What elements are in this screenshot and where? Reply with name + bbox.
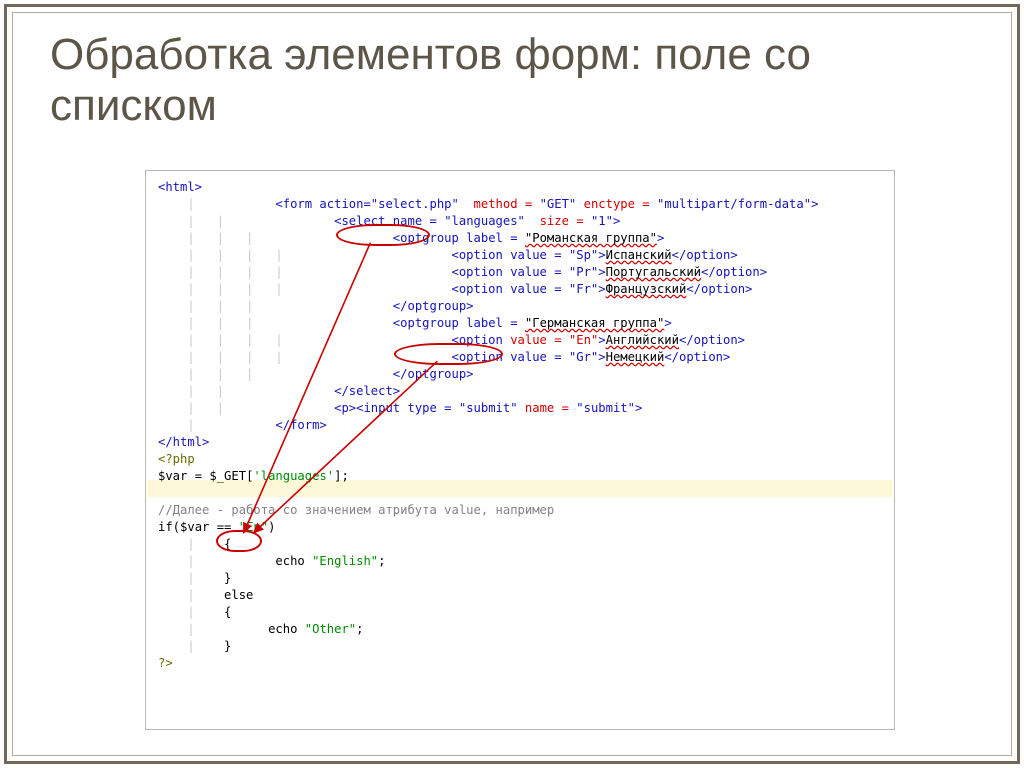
- code-screenshot: <html> | <form action="select.php" metho…: [145, 170, 895, 730]
- slide: Обработка элементов форм: поле со списко…: [0, 0, 1024, 768]
- slide-title: Обработка элементов форм: поле со списко…: [50, 30, 984, 131]
- code-content: <html> | <form action="select.php" metho…: [158, 179, 882, 672]
